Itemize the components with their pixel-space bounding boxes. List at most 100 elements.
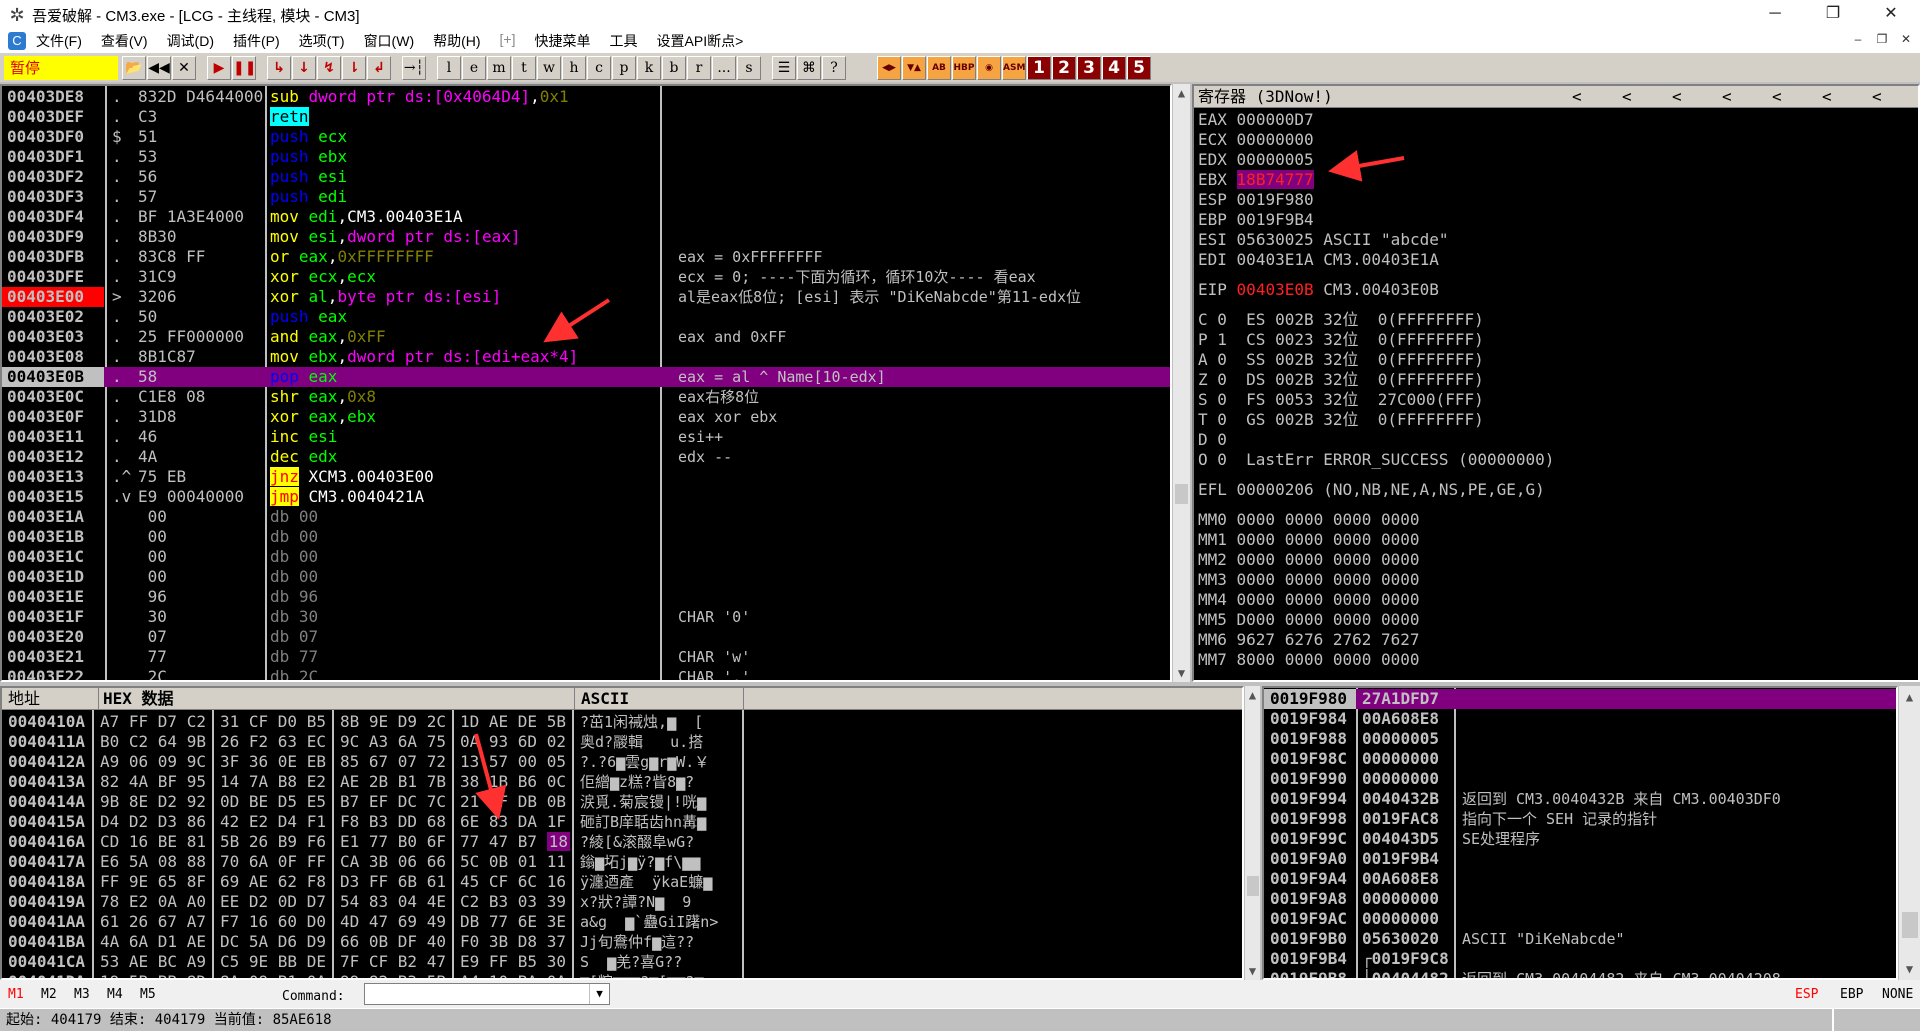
- dump-hex-group[interactable]: F7 16 60 D0: [220, 912, 326, 932]
- mdi-close-button[interactable]: ✕: [1896, 32, 1916, 46]
- register-nav-button[interactable]: <: [1672, 86, 1682, 108]
- dump-hex-bytes[interactable]: 77 47 B7: [460, 832, 547, 851]
- register-edx[interactable]: EDX 00000005: [1194, 150, 1918, 170]
- stack-row[interactable]: 0019F990 00000000: [1264, 769, 1896, 789]
- dump-header-hex[interactable]: HEX 数据: [98, 688, 174, 710]
- disasm-row[interactable]: 00403DF3. 57 push edi: [2, 187, 1170, 207]
- disasm-row[interactable]: 00403E21 77 db 77 CHAR 'w': [2, 647, 1170, 667]
- disasm-row[interactable]: 00403E03. 25 FF000000 and eax,0xFF eax and …: [2, 327, 1170, 347]
- register-nav-button[interactable]: <: [1572, 86, 1582, 108]
- window-letter-button-5[interactable]: h: [562, 55, 586, 80]
- disasm-row[interactable]: 00403DF0 $51 push ecx: [2, 127, 1170, 147]
- disasm-row[interactable]: 00403E15 .v E9 00040000 jmp CM3.0040421A: [2, 487, 1170, 507]
- disasm-row[interactable]: 00403E1A 00 db 00: [2, 507, 1170, 527]
- menu-item[interactable]: 窗口(W): [364, 31, 415, 51]
- disasm-row[interactable]: 00403DF9. 8B30 mov esi,dword ptr ds:[eax]: [2, 227, 1170, 247]
- disasm-row[interactable]: 00403E1D 00 db 00: [2, 567, 1170, 587]
- plugin-button-0[interactable]: ◀▶: [877, 55, 901, 80]
- dump-row[interactable]: 004041AA 61 26 67 A7 F7 16 60 D0 4D 47 69 4…: [2, 912, 1242, 932]
- mdi-minimize-button[interactable]: –: [1848, 32, 1868, 46]
- register-nav-button[interactable]: <: [1872, 86, 1882, 108]
- disasm-row[interactable]: 00403DFE. 31C9 xor ecx,ecx ecx = 0; ----下面为…: [2, 267, 1170, 287]
- plugin-button-3[interactable]: HBP: [952, 55, 976, 80]
- register-mm[interactable]: MM7 8000 0000 0000 0000: [1194, 650, 1918, 670]
- tool-button-2[interactable]: ?: [822, 55, 846, 80]
- execute-till-button-0[interactable]: →┆: [402, 55, 426, 80]
- dump-hex-group[interactable]: 38 1B B6 0C: [460, 772, 566, 792]
- dump-hex-group[interactable]: C5 9E BB DE: [220, 952, 326, 972]
- dump-row[interactable]: 0040415A D4 D2 D3 86 42 E2 D4 F1 F8 B3 DD 6…: [2, 812, 1242, 832]
- dump-hex-group[interactable]: 69 AE 62 F8: [220, 872, 326, 892]
- dump-row[interactable]: 004041DA 19 5B BB 8D 8A 09 B1 0A 99 82 B3 5…: [2, 972, 1242, 978]
- file-button-2[interactable]: ✕: [172, 55, 196, 80]
- dump-hex-group[interactable]: DC 5A D6 D9: [220, 932, 326, 952]
- register-value[interactable]: 00000000: [1237, 130, 1314, 149]
- stack-scrollbar[interactable]: ▲ ▼: [1898, 686, 1920, 980]
- dump-hex-group[interactable]: 5C 0B 01 11: [460, 852, 566, 872]
- menu-item[interactable]: 选项(T): [299, 31, 345, 51]
- dump-header-address[interactable]: 地址: [8, 688, 40, 710]
- dump-hex-group[interactable]: A4 10 BA 0A: [460, 972, 566, 978]
- flag-row[interactable]: A 0 SS 002B 32位 0(FFFFFFFF): [1194, 350, 1918, 370]
- window-letter-button-2[interactable]: m: [487, 55, 511, 80]
- flag-row[interactable]: S 0 FS 0053 32位 27C000(FFF): [1194, 390, 1918, 410]
- dump-hex-group[interactable]: 19 5B BB 8D: [100, 972, 206, 978]
- registers-pane[interactable]: 寄存器 (3DNow!) < < < < < < < EAX 000000D7 ECX 00…: [1192, 84, 1920, 682]
- disasm-row[interactable]: 00403E0C. C1E8 08 shr eax,0x8 eax右移8位: [2, 387, 1170, 407]
- dump-hex-group[interactable]: E9 FF B5 30: [460, 952, 566, 972]
- dump-hex-group[interactable]: A9 06 09 9C: [100, 752, 206, 772]
- scroll-up-icon[interactable]: ▲: [1173, 86, 1190, 100]
- register-ecx[interactable]: ECX 00000000: [1194, 130, 1918, 150]
- register-mm[interactable]: MM1 0000 0000 0000 0000: [1194, 530, 1918, 550]
- dump-hex-group[interactable]: D4 D2 D3 86: [100, 812, 206, 832]
- dump-hex-group[interactable]: 42 E2 D4 F1: [220, 812, 326, 832]
- stack-row[interactable]: 0019F984 00A608E8: [1264, 709, 1896, 729]
- menu-item[interactable]: 帮助(H): [433, 31, 480, 51]
- dump-hex-group[interactable]: DB 77 6E 3E: [460, 912, 566, 932]
- register-mm[interactable]: MM4 0000 0000 0000 0000: [1194, 590, 1918, 610]
- menu-item[interactable]: 插件(P): [233, 31, 280, 51]
- dump-row[interactable]: 0040412A A9 06 09 9C 3F 36 0E EB 85 67 07 7…: [2, 752, 1242, 772]
- dump-row[interactable]: 0040413A 82 4A BF 95 14 7A B8 E2 AE 2B B1 7…: [2, 772, 1242, 792]
- stack-mode-ebp[interactable]: EBP: [1840, 987, 1863, 1002]
- register-value[interactable]: 000000D7: [1237, 110, 1314, 129]
- dump-hex-group[interactable]: 13 57 00 05: [460, 752, 566, 772]
- stack-pane[interactable]: 0019F980 27A1DFD7 0019F984 00A608E8 0019F988…: [1262, 686, 1898, 980]
- flag-row[interactable]: T 0 GS 002B 32位 0(FFFFFFFF): [1194, 410, 1918, 430]
- mdi-restore-button[interactable]: ❐: [1872, 32, 1892, 46]
- disasm-row[interactable]: 00403E1B 00 db 00: [2, 527, 1170, 547]
- disasm-row[interactable]: 00403E08. 8B1C87 mov ebx,dword ptr ds:[edi…: [2, 347, 1170, 367]
- register-value[interactable]: 00403E0B: [1237, 280, 1314, 299]
- disasm-row[interactable]: 00403E12. 4A dec edx edx --: [2, 447, 1170, 467]
- register-nav-button[interactable]: <: [1722, 86, 1732, 108]
- dump-hex-group[interactable]: 70 6A 0F FF: [220, 852, 326, 872]
- stack-row[interactable]: 0019F99C 004043D5 SE处理程序: [1264, 829, 1896, 849]
- register-edi[interactable]: EDI 00403E1A CM3.00403E1A: [1194, 250, 1918, 270]
- register-nav-button[interactable]: <: [1772, 86, 1782, 108]
- disasm-row[interactable]: 00403E22 2C db 2C CHAR ',': [2, 667, 1170, 680]
- memory-tab-m5[interactable]: M5: [140, 987, 156, 1002]
- dump-hex-group[interactable]: E1 77 B0 6F: [340, 832, 446, 852]
- quick-button-4[interactable]: 5: [1127, 55, 1151, 80]
- restore-button[interactable]: ❐: [1804, 0, 1862, 30]
- register-value[interactable]: 00000005: [1237, 150, 1314, 169]
- register-eip[interactable]: EIP 00403E0B CM3.00403E0B: [1194, 280, 1918, 300]
- dump-row[interactable]: 0040416A CD 16 BE 81 5B 26 B9 F6 E1 77 B0 6…: [2, 832, 1242, 852]
- dump-hex-group[interactable]: 0D BE D5 E5: [220, 792, 326, 812]
- window-letter-button-0[interactable]: l: [437, 55, 461, 80]
- step-button-1[interactable]: ↓: [292, 55, 316, 80]
- dump-hex-group[interactable]: 3F 36 0E EB: [220, 752, 326, 772]
- window-letter-button-1[interactable]: e: [462, 55, 486, 80]
- flag-row[interactable]: C 0 ES 002B 32位 0(FFFFFFFF): [1194, 310, 1918, 330]
- register-esp[interactable]: ESP 0019F980: [1194, 190, 1918, 210]
- window-letter-button-6[interactable]: c: [587, 55, 611, 80]
- dump-hex-group[interactable]: 53 AE BC A9: [100, 952, 206, 972]
- dump-hex-group[interactable]: 31 CF D0 B5: [220, 712, 326, 732]
- dump-hex-group[interactable]: CA 3B 06 66: [340, 852, 446, 872]
- scroll-thumb[interactable]: [1902, 912, 1918, 938]
- quick-button-3[interactable]: 4: [1102, 55, 1126, 80]
- flag-row[interactable]: P 1 CS 0023 32位 0(FFFFFFFF): [1194, 330, 1918, 350]
- mdi-child-icon[interactable]: C: [8, 32, 26, 50]
- scroll-thumb[interactable]: [1247, 876, 1259, 896]
- dump-row[interactable]: 0040417A E6 5A 08 88 70 6A 0F FF CA 3B 06 6…: [2, 852, 1242, 872]
